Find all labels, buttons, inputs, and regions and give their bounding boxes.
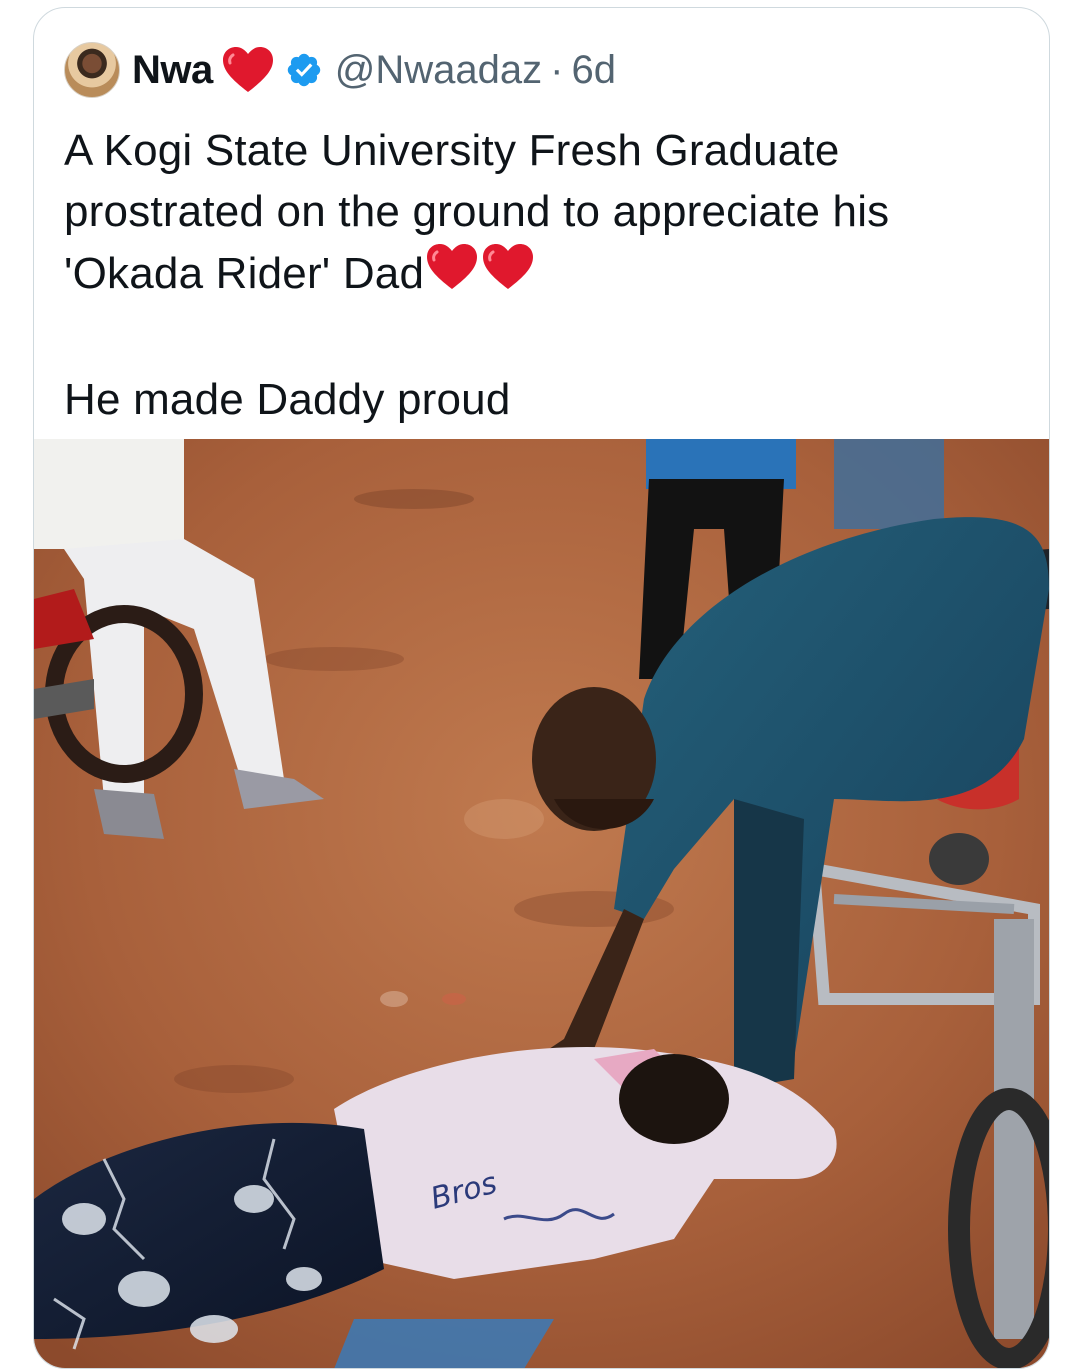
heart-emoji-icon: [424, 242, 480, 308]
tweet-text-line-3-text: 'Okada Rider' Dad: [64, 249, 425, 298]
tweet-text: A Kogi State University Fresh Graduate p…: [64, 120, 1024, 430]
verified-badge-icon: [285, 51, 323, 89]
tweet-header: Nwa @Nwaadaz · 6d: [64, 40, 616, 100]
heart-emoji-icon: [221, 45, 275, 95]
tweet-text-line-1: A Kogi State University Fresh Graduate: [64, 126, 840, 175]
timestamp[interactable]: 6d: [571, 48, 616, 93]
tweet-text-line-3: 'Okada Rider' Dad: [64, 242, 1024, 308]
heart-emoji-icon: [480, 242, 536, 308]
separator-dot: ·: [550, 47, 564, 92]
tweet-text-line-2: prostrated on the ground to appreciate h…: [64, 187, 890, 236]
author-handle[interactable]: @Nwaadaz: [335, 48, 542, 93]
tweet-card[interactable]: Nwa @Nwaadaz · 6d A Kogi State Universit…: [33, 7, 1050, 1369]
photo-illustration: Bros: [34, 439, 1049, 1368]
avatar[interactable]: [64, 42, 120, 98]
author-name[interactable]: Nwa: [132, 48, 213, 93]
tweet-text-line-4: He made Daddy proud: [64, 375, 511, 424]
tweet-photo[interactable]: Bros: [34, 439, 1049, 1368]
